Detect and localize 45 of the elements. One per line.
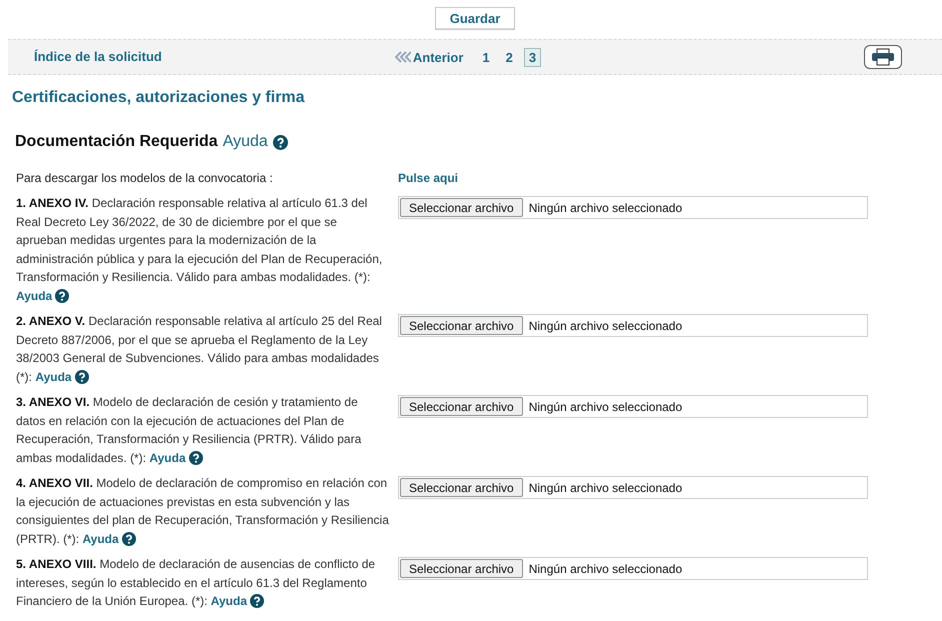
help-link[interactable]: Ayuda [222,133,288,151]
print-button[interactable] [864,45,902,69]
section-title: Certificaciones, autorizaciones y firma [12,89,306,107]
help-link[interactable]: Ayuda [149,448,203,467]
choose-file-button[interactable]: Seleccionar archivo [400,559,523,578]
help-icon [250,594,264,608]
help-link[interactable]: Ayuda [82,530,136,548]
documents-heading: Documentación Requerida [15,133,218,151]
file-input[interactable]: Seleccionar archivo Ningún archivo seleccionado [398,476,868,499]
help-icon [122,532,136,546]
double-chevron-left-icon [394,51,411,63]
page-link[interactable]: 1 [477,48,495,66]
help-link[interactable]: Ayuda [210,592,264,610]
document-description: 2. ANEXO V. Declaración responsable relativa al artículo 25 del Real Decreto 887/2006, por el que se aprueba el Reglamento de la Ley 38/2003 General de Subvenciones. Válido para ambas modalidades (*): Ayuda [16,312,390,386]
previous-link[interactable]: Anterior [394,50,464,64]
file-status: Ningún archivo seleccionado [528,480,682,494]
file-status: Ningún archivo seleccionado [528,318,682,332]
index-link[interactable]: Índice de la solicitud [34,49,162,64]
choose-file-button[interactable]: Seleccionar archivo [400,397,523,416]
printer-icon [871,48,895,66]
choose-file-button[interactable]: Seleccionar archivo [400,316,523,335]
file-status: Ningún archivo seleccionado [528,562,682,576]
download-link[interactable]: Pulse aqui [398,171,458,185]
help-icon [55,288,70,303]
help-icon [74,370,89,384]
choose-file-button[interactable]: Seleccionar archivo [400,478,523,497]
file-input[interactable]: Seleccionar archivo Ningún archivo seleccionado [398,557,868,580]
help-link[interactable]: Ayuda [16,286,70,305]
file-status: Ningún archivo seleccionado [528,200,682,214]
document-description: 5. ANEXO VIII. Modelo de declaración de ausencias de conflicto de intereses, según lo establecido en el artículo 61.3 del Reglamento Financiero de la Unión Europea. (*): Ayuda [16,555,390,610]
page-link[interactable]: 2 [500,48,518,66]
help-link[interactable]: Ayuda [35,368,89,386]
document-description: 1. ANEXO IV. Declaración responsable relativa al artículo 61.3 del Real Decreto Ley 36/2022, de 30 de diciembre por el que se aprueban medidas urgentes para la modernización de la administración pública y para la ejecución del Plan de Recuperación, Transformación y Resiliencia. Válido para ambas modalidades. (*): Ayuda [16,194,390,305]
help-icon [272,134,288,150]
file-status: Ningún archivo seleccionado [528,400,682,414]
document-description: 3. ANEXO VI. Modelo de declaración de cesión y tratamiento de datos en relación con la ejecución de actuaciones del Plan de Recuperación, Transformación y Resiliencia (PRTR). Válido para ambas modalidades. (*): Ayuda [16,393,390,467]
file-input[interactable]: Seleccionar archivo Ningún archivo seleccionado [398,314,868,337]
document-description: 4. ANEXO VII. Modelo de declaración de compromiso en relación con la ejecución de actuaciones previstas en esta subvención y las consiguientes del plan de Recuperación, Transformación y Resiliencia (PRTR). (*): Ayuda [16,474,390,548]
help-icon [188,450,203,465]
save-button[interactable]: Guardar [434,7,516,30]
file-input[interactable]: Seleccionar archivo Ningún archivo seleccionado [398,196,868,219]
download-label: Para descargar los modelos de la convocatoria : [16,170,274,187]
choose-file-button[interactable]: Seleccionar archivo [400,198,523,217]
page-link[interactable]: 3 [524,48,542,66]
file-input[interactable]: Seleccionar archivo Ningún archivo seleccionado [398,395,868,418]
